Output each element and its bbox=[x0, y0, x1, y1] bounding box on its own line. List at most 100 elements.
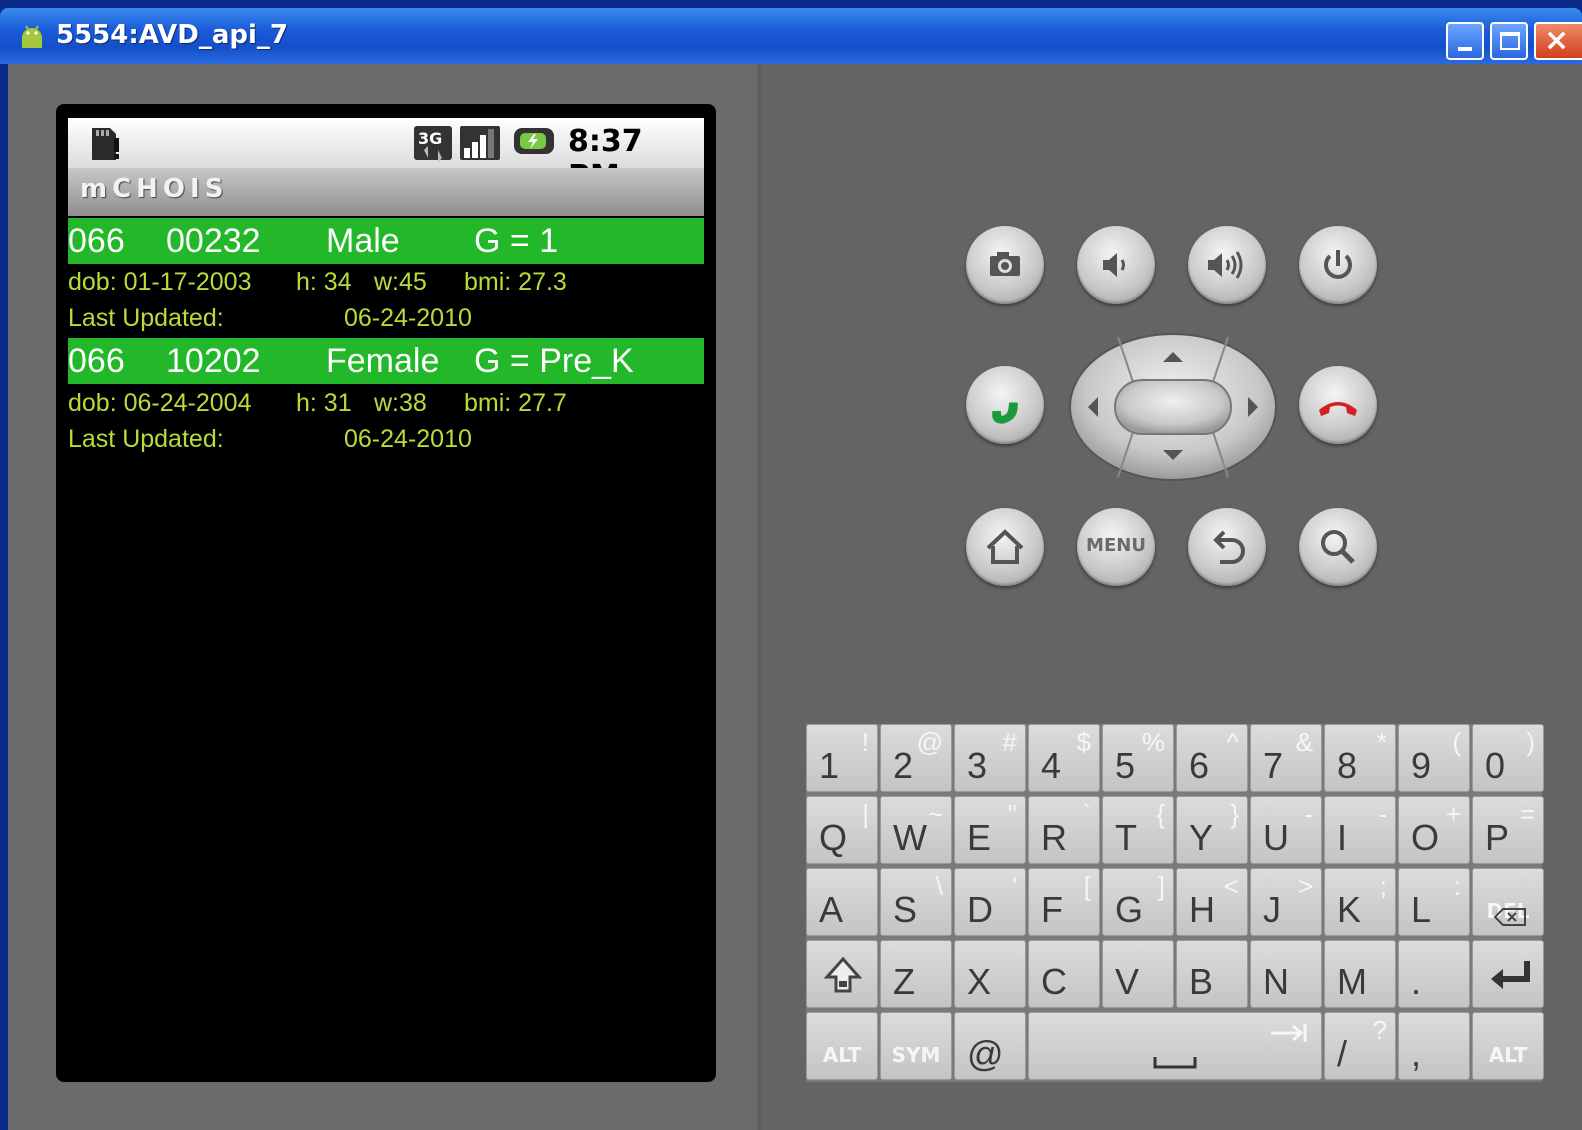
enter-icon bbox=[1491, 961, 1530, 989]
home-icon bbox=[986, 529, 1024, 564]
sym-key[interactable]: SYM bbox=[880, 1012, 952, 1080]
key-i[interactable]: I- bbox=[1324, 796, 1396, 864]
key-at[interactable]: @ bbox=[954, 1012, 1026, 1080]
key-label: U bbox=[1263, 817, 1289, 858]
key-b[interactable]: B bbox=[1176, 940, 1248, 1008]
key-z[interactable]: Z bbox=[880, 940, 952, 1008]
key-n[interactable]: N bbox=[1250, 940, 1322, 1008]
key-4[interactable]: 4 $ bbox=[1028, 724, 1100, 792]
key-m[interactable]: M bbox=[1324, 940, 1396, 1008]
dpad[interactable] bbox=[1068, 332, 1278, 482]
volume-down-button[interactable] bbox=[1077, 226, 1155, 304]
key-period[interactable]: . bbox=[1398, 940, 1470, 1008]
key-h[interactable]: H < bbox=[1176, 868, 1248, 936]
key-label: C bbox=[1041, 961, 1067, 1002]
dpad-icon bbox=[1069, 333, 1277, 481]
call-icon bbox=[992, 402, 1018, 424]
end-call-button[interactable] bbox=[1299, 366, 1377, 444]
key-j[interactable]: J > bbox=[1250, 868, 1322, 936]
key-x[interactable]: X bbox=[954, 940, 1026, 1008]
key-alt-label: [ bbox=[1083, 871, 1091, 901]
close-button[interactable]: × bbox=[1534, 22, 1582, 60]
key-a[interactable]: A bbox=[806, 868, 878, 936]
key-2[interactable]: 2 @ bbox=[880, 724, 952, 792]
record-sex: Male bbox=[326, 222, 400, 260]
record-weight: w:38 bbox=[374, 389, 427, 417]
key-t[interactable]: T{ bbox=[1102, 796, 1174, 864]
key-1[interactable]: 1! bbox=[806, 724, 878, 792]
back-button[interactable] bbox=[1188, 508, 1266, 586]
alt-key-left[interactable]: ALT bbox=[806, 1012, 878, 1080]
record-details[interactable]: dob: 01-17-2003 h: 34 w:45 bmi: 27.3 bbox=[68, 266, 704, 300]
key-k[interactable]: K; bbox=[1324, 868, 1396, 936]
key-g[interactable]: G] bbox=[1102, 868, 1174, 936]
key-w[interactable]: W ~ bbox=[880, 796, 952, 864]
key-label: 8 bbox=[1337, 745, 1358, 786]
key-label: I bbox=[1337, 817, 1348, 858]
key-alt-label: ? bbox=[1372, 1015, 1387, 1045]
call-button[interactable] bbox=[966, 366, 1044, 444]
key-label: Z bbox=[893, 961, 915, 1002]
maximize-button[interactable] bbox=[1490, 22, 1528, 60]
key-e[interactable]: E " bbox=[954, 796, 1026, 864]
enter-key[interactable] bbox=[1472, 940, 1544, 1008]
key-alt-label: ) bbox=[1526, 727, 1535, 757]
record-details[interactable]: dob: 06-24-2004 h: 31 w:38 bmi: 27.7 bbox=[68, 387, 704, 421]
key-v[interactable]: V bbox=[1102, 940, 1174, 1008]
key-p[interactable]: P = bbox=[1472, 796, 1544, 864]
key-8[interactable]: 8 * bbox=[1324, 724, 1396, 792]
key-label: 1 bbox=[819, 745, 840, 786]
space-key[interactable] bbox=[1028, 1012, 1322, 1080]
key-3[interactable]: 3 # bbox=[954, 724, 1026, 792]
key-alt-label: @ bbox=[916, 727, 943, 757]
menu-button[interactable]: MENU bbox=[1077, 508, 1155, 586]
key-5[interactable]: 5% bbox=[1102, 724, 1174, 792]
key-l[interactable]: L: bbox=[1398, 868, 1470, 936]
key-label: 7 bbox=[1263, 745, 1284, 786]
key-d[interactable]: D ' bbox=[954, 868, 1026, 936]
key-6[interactable]: 6 ^ bbox=[1176, 724, 1248, 792]
record-weight: w:45 bbox=[374, 268, 427, 296]
pane-divider bbox=[758, 64, 762, 1130]
minimize-button[interactable] bbox=[1446, 22, 1484, 60]
key-y[interactable]: Y} bbox=[1176, 796, 1248, 864]
key-7[interactable]: 7 & bbox=[1250, 724, 1322, 792]
record-header[interactable]: 066 10202 Female G = Pre_K bbox=[68, 338, 704, 384]
record-updated[interactable]: Last Updated: 06-24-2010 bbox=[68, 302, 704, 336]
alt-key-left-label: ALT bbox=[822, 1043, 862, 1067]
key-s[interactable]: S \ bbox=[880, 868, 952, 936]
key-0[interactable]: 0) bbox=[1472, 724, 1544, 792]
key-alt-label: \ bbox=[935, 871, 943, 901]
home-button[interactable] bbox=[966, 508, 1044, 586]
search-button[interactable] bbox=[1299, 508, 1377, 586]
key-q[interactable]: Q | bbox=[806, 796, 878, 864]
last-updated-value: 06-24-2010 bbox=[344, 425, 472, 453]
volume-up-button[interactable] bbox=[1188, 226, 1266, 304]
key-comma[interactable]: , bbox=[1398, 1012, 1470, 1080]
record-sex: Female bbox=[326, 342, 440, 380]
key-label: 9 bbox=[1411, 745, 1432, 786]
power-button[interactable] bbox=[1299, 226, 1377, 304]
key-label: Y bbox=[1189, 817, 1214, 858]
shift-key[interactable] bbox=[806, 940, 878, 1008]
key-f[interactable]: F[ bbox=[1028, 868, 1100, 936]
android-icon bbox=[22, 25, 42, 48]
signal-icon bbox=[460, 126, 500, 160]
record-header[interactable]: 066 00232 Male G = 1 bbox=[68, 218, 704, 264]
key-9[interactable]: 9( bbox=[1398, 724, 1470, 792]
alt-key-right[interactable]: ALT bbox=[1472, 1012, 1544, 1080]
key-c[interactable]: C bbox=[1028, 940, 1100, 1008]
key-o[interactable]: O + bbox=[1398, 796, 1470, 864]
camera-button[interactable] bbox=[966, 226, 1044, 304]
status-bar[interactable]: 3G 8:37 PM bbox=[68, 118, 704, 194]
maximize-icon bbox=[1500, 32, 1520, 50]
key-slash[interactable]: /? bbox=[1324, 1012, 1396, 1080]
delete-key[interactable]: DEL bbox=[1472, 868, 1544, 936]
key-u[interactable]: U- bbox=[1250, 796, 1322, 864]
key-label: M bbox=[1337, 961, 1367, 1002]
record-updated[interactable]: Last Updated: 06-24-2010 bbox=[68, 423, 704, 457]
title-bar[interactable]: 5554:AVD_api_7 × bbox=[0, 8, 1582, 64]
record-id: 00232 bbox=[166, 222, 261, 260]
record-bmi: bmi: 27.3 bbox=[464, 268, 567, 296]
key-r[interactable]: R ` bbox=[1028, 796, 1100, 864]
